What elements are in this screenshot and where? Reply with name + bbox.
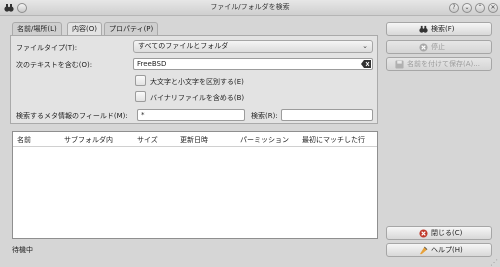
search-button[interactable]: 検索(F) (386, 22, 492, 36)
results-list[interactable]: 名前 サブフォルダ内 サイズ 更新日時 パーミッション 最初にマッチした行 (12, 131, 378, 239)
stop-button-label: 停止 (431, 43, 445, 51)
tab-content[interactable]: 内容(O) (67, 22, 102, 36)
search-button-label: 検索(F) (431, 25, 455, 33)
help-icon (419, 246, 428, 255)
minimize-button[interactable]: ⌄ (462, 3, 472, 13)
column-size[interactable]: サイズ (137, 135, 158, 145)
chevron-down-icon: ⌄ (362, 42, 368, 50)
close-window-button[interactable]: ✕ (488, 3, 498, 13)
stop-button[interactable]: 停止 (386, 40, 492, 54)
meta-field-input[interactable]: * (137, 109, 245, 121)
status-text: 待機中 (12, 246, 33, 254)
window-title: ファイル/フォルダを検索 (210, 3, 290, 11)
close-button-label: 閉じる(C) (431, 229, 463, 237)
help-button-label: ヘルプ(H) (431, 246, 463, 254)
filetype-select[interactable]: すべてのファイルとフォルダ ⌄ (133, 40, 373, 53)
case-sensitive-label: 大文字と小文字を区別する(E) (150, 78, 244, 86)
close-button[interactable]: 閉じる(C) (386, 226, 492, 240)
tab-properties[interactable]: プロパティ(P) (104, 22, 159, 35)
binary-files-checkbox[interactable] (135, 91, 146, 102)
column-first-match[interactable]: 最初にマッチした行 (302, 135, 365, 145)
text-label: 次のテキストを含む(O): (16, 61, 93, 69)
column-subfolder[interactable]: サブフォルダ内 (64, 135, 113, 145)
close-icon (419, 229, 428, 238)
column-name[interactable]: 名前 (17, 135, 31, 145)
maximize-button[interactable]: ⌃ (475, 3, 485, 13)
column-modified[interactable]: 更新日時 (180, 135, 208, 145)
stop-icon (419, 43, 428, 52)
text-input[interactable]: FreeBSD (133, 58, 373, 70)
resize-grip-icon[interactable]: ⋰ (490, 258, 498, 267)
header-divider (13, 146, 377, 147)
save-icon (395, 60, 404, 69)
text-value: FreeBSD (137, 60, 167, 68)
save-as-button-label: 名前を付けて保存(A)... (407, 60, 480, 68)
binoculars-icon (419, 25, 428, 34)
binary-files-label: バイナリファイルを含める(B) (150, 94, 245, 102)
help-button[interactable]: ヘルプ(H) (386, 243, 492, 257)
filetype-label: ファイルタイプ(T): (16, 44, 78, 52)
save-as-button[interactable]: 名前を付けて保存(A)... (386, 57, 492, 71)
column-permissions[interactable]: パーミッション (240, 135, 289, 145)
filetype-value: すべてのファイルとフォルダ (138, 42, 229, 50)
case-sensitive-checkbox[interactable] (135, 75, 146, 86)
meta-field-label: 検索するメタ情報のフィールド(M): (16, 112, 128, 120)
help-window-button[interactable]: ? (449, 3, 459, 13)
search-field-input[interactable] (281, 109, 373, 121)
search-field-label: 検索(R): (251, 112, 278, 120)
meta-field-value: * (141, 111, 145, 119)
tab-name-location[interactable]: 名前/場所(L) (12, 22, 62, 35)
clear-text-icon[interactable] (361, 60, 371, 68)
